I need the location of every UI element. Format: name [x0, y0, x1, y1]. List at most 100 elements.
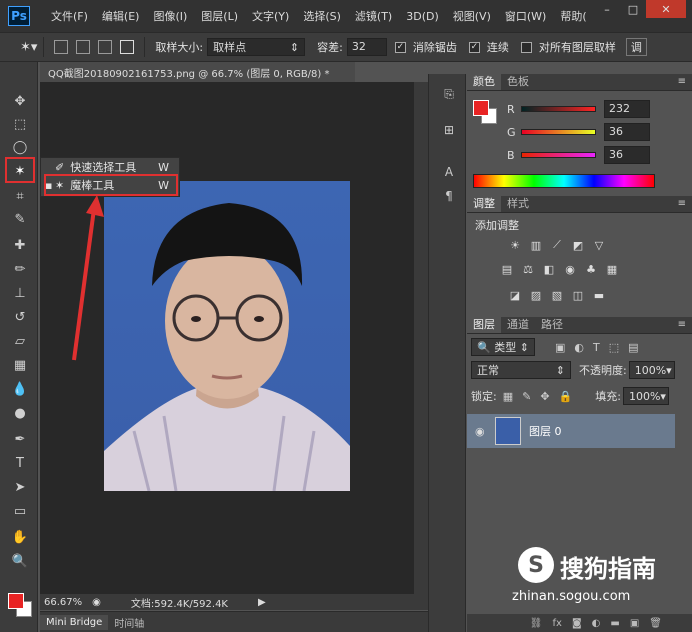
menu-3d[interactable]: 3D(D) — [399, 10, 446, 23]
green-slider[interactable] — [521, 129, 596, 135]
eraser-tool-icon[interactable]: ▱ — [10, 332, 30, 350]
layer-filter-icons[interactable]: ▣◐T⬚▤ — [555, 341, 648, 354]
threshold-icon[interactable]: ▧ — [549, 288, 565, 302]
trash-icon[interactable]: 🗑 — [649, 618, 662, 629]
brush-tool-icon[interactable]: ✏ — [10, 260, 30, 278]
new-selection-icon[interactable] — [54, 40, 69, 54]
properties-panel-icon[interactable]: ⊞ — [439, 120, 459, 140]
tab-layers[interactable]: 图层 — [467, 315, 501, 333]
menu-select[interactable]: 选择(S) — [296, 8, 348, 24]
menu-window[interactable]: 窗口(W) — [498, 8, 553, 24]
gradient-tool-icon[interactable]: ▦ — [10, 356, 30, 374]
levels-icon[interactable]: ▥ — [528, 238, 544, 252]
exposure-icon[interactable]: ◩ — [570, 238, 586, 252]
tab-channels[interactable]: 通道 — [501, 315, 535, 333]
intersect-selection-icon[interactable] — [120, 40, 135, 54]
path-selection-tool-icon[interactable]: ➤ — [10, 478, 30, 496]
black-white-icon[interactable]: ◧ — [541, 262, 557, 276]
type-tool-icon[interactable]: T — [10, 454, 30, 472]
status-arrow-icon[interactable]: ▶ — [258, 597, 266, 608]
color-lookup-icon[interactable]: ▦ — [604, 262, 620, 276]
dodge-tool-icon[interactable]: ● — [10, 404, 30, 422]
photo-filter-icon[interactable]: ◉ — [562, 262, 578, 276]
layer-name[interactable]: 图层 0 — [529, 423, 562, 439]
selective-color-icon[interactable]: ◫ — [570, 288, 586, 302]
refine-edge-button[interactable]: 调 — [625, 38, 647, 56]
panel-menu-icon[interactable]: ≡ — [678, 319, 686, 330]
menu-image[interactable]: 图像(I) — [146, 8, 194, 24]
document-tab[interactable]: QQ截图20180902161753.png @ 66.7% (图层 0, RG… — [40, 62, 355, 82]
foreground-color-swatch[interactable] — [473, 100, 489, 116]
menu-type[interactable]: 文字(Y) — [245, 8, 296, 24]
tab-timeline[interactable]: 时间轴 — [108, 613, 150, 632]
hand-tool-icon[interactable]: ✋ — [10, 528, 30, 546]
tab-color[interactable]: 颜色 — [467, 72, 501, 90]
foreground-color-swatch[interactable] — [8, 593, 24, 609]
minimize-button[interactable]: – — [594, 0, 620, 18]
gradient-map-icon[interactable]: ▬ — [591, 288, 607, 302]
healing-brush-tool-icon[interactable]: ✚ — [10, 236, 30, 254]
move-tool-icon[interactable]: ✥ — [10, 92, 30, 110]
color-spectrum-bar[interactable] — [473, 174, 655, 188]
character-panel-icon[interactable]: A — [439, 162, 459, 182]
history-panel-icon[interactable]: ⎘ — [439, 84, 459, 104]
paragraph-panel-icon[interactable]: ¶ — [439, 186, 459, 206]
menu-file[interactable]: 文件(F) — [44, 8, 95, 24]
subtract-selection-icon[interactable] — [98, 40, 113, 54]
menu-edit[interactable]: 编辑(E) — [95, 8, 147, 24]
clone-stamp-tool-icon[interactable]: ⊥ — [10, 284, 30, 302]
new-layer-icon[interactable]: ▣ — [630, 618, 639, 629]
tab-mini-bridge[interactable]: Mini Bridge — [40, 614, 109, 630]
tab-styles[interactable]: 样式 — [501, 194, 535, 212]
fx-icon[interactable]: fx — [553, 618, 562, 629]
menu-view[interactable]: 视图(V) — [446, 8, 498, 24]
zoom-tool-icon[interactable]: 🔍 — [10, 552, 30, 570]
tab-paths[interactable]: 路径 — [535, 315, 569, 333]
adjustment-layer-icon[interactable]: ◐ — [592, 618, 601, 629]
fill-input[interactable]: 100% ▾ — [622, 387, 669, 405]
panel-menu-icon[interactable]: ≡ — [678, 198, 686, 209]
eye-icon[interactable]: ◉ — [475, 425, 485, 438]
tab-swatches[interactable]: 色板 — [501, 72, 535, 90]
lasso-tool-icon[interactable]: ◯ — [10, 138, 30, 156]
maximize-button[interactable]: □ — [620, 0, 646, 18]
status-info-icon[interactable]: ◉ — [92, 597, 101, 608]
opacity-input[interactable]: 100% ▾ — [628, 361, 675, 379]
blend-mode-select[interactable]: 正常 ⇕ — [471, 361, 571, 379]
tolerance-input[interactable]: 32 — [346, 38, 387, 56]
mask-icon[interactable]: ◙ — [572, 618, 582, 629]
history-brush-tool-icon[interactable]: ↺ — [10, 308, 30, 326]
group-icon[interactable]: ▬ — [610, 618, 619, 629]
lock-icons[interactable]: ▦✎✥🔒 — [503, 390, 582, 403]
channel-mixer-icon[interactable]: ♣ — [583, 262, 599, 276]
marquee-tool-icon[interactable]: ⬚ — [10, 115, 30, 133]
zoom-level[interactable]: 66.67% — [44, 597, 82, 608]
contiguous-checkbox[interactable]: ✓ — [468, 41, 480, 53]
menu-filter[interactable]: 滤镜(T) — [348, 8, 399, 24]
pen-tool-icon[interactable]: ✒ — [10, 430, 30, 448]
tab-adjustments[interactable]: 调整 — [467, 194, 501, 212]
color-balance-icon[interactable]: ⚖ — [520, 262, 536, 276]
menu-help[interactable]: 帮助( — [553, 8, 593, 24]
posterize-icon[interactable]: ▨ — [528, 288, 544, 302]
red-value[interactable]: 232 — [604, 100, 650, 118]
blue-slider[interactable] — [521, 152, 596, 158]
layer-filter-select[interactable]: 🔍 类型 ⇕ — [471, 338, 535, 356]
red-slider[interactable] — [521, 106, 596, 112]
eyedropper-tool-icon[interactable]: ✎ — [10, 210, 30, 228]
vibrance-icon[interactable]: ▽ — [591, 238, 607, 252]
curves-icon[interactable]: ⟋ — [549, 238, 565, 252]
hue-saturation-icon[interactable]: ▤ — [499, 262, 515, 276]
layer-row[interactable]: ◉ 图层 0 — [467, 414, 675, 448]
link-layers-icon[interactable]: ⛓ — [530, 618, 543, 629]
crop-tool-icon[interactable]: ⌗ — [10, 187, 30, 205]
add-selection-icon[interactable] — [76, 40, 91, 54]
all-layers-checkbox[interactable] — [520, 41, 532, 53]
brightness-contrast-icon[interactable]: ☀ — [507, 238, 523, 252]
antialias-checkbox[interactable]: ✓ — [394, 41, 406, 53]
invert-icon[interactable]: ◪ — [507, 288, 523, 302]
rectangle-tool-icon[interactable]: ▭ — [10, 502, 30, 520]
vertical-scrollbar[interactable] — [414, 82, 428, 610]
sample-size-select[interactable]: 取样点 ⇕ — [207, 38, 306, 56]
close-button[interactable]: ✕ — [646, 0, 686, 18]
